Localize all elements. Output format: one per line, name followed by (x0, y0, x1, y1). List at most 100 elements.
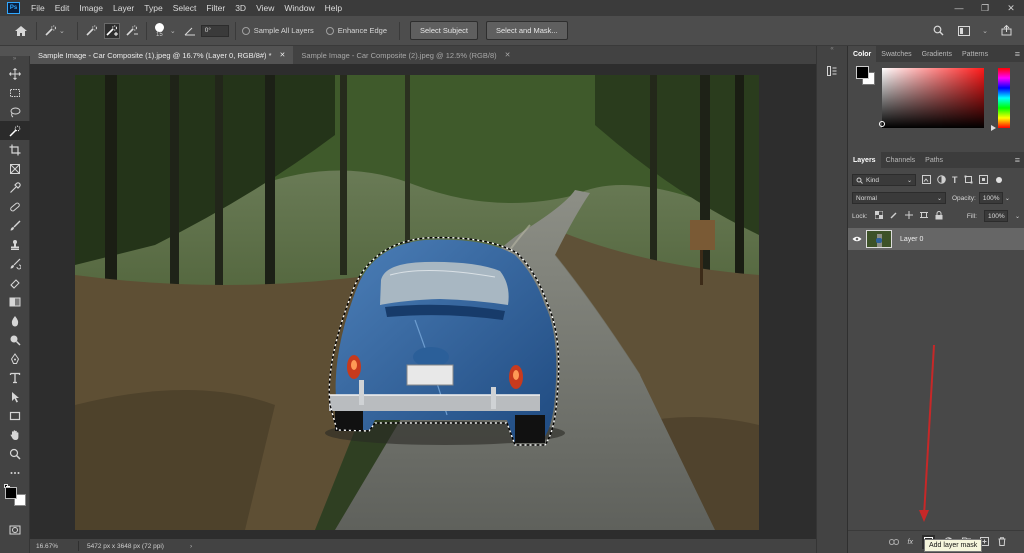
brush-size-picker[interactable]: 15 (154, 23, 164, 38)
marquee-tool-icon[interactable] (0, 83, 30, 102)
gradient-tool-icon[interactable] (0, 292, 30, 311)
lasso-tool-icon[interactable] (0, 102, 30, 121)
opacity-input[interactable]: 100% (978, 192, 1003, 204)
tab-gradients[interactable]: Gradients (917, 46, 957, 62)
layer-style-fx-button[interactable]: fx (908, 539, 913, 546)
menu-help[interactable]: Help (320, 3, 347, 13)
panel-foreground-swatch[interactable] (856, 66, 869, 79)
tab-patterns[interactable]: Patterns (957, 46, 993, 62)
add-to-selection-mode-icon[interactable] (103, 22, 120, 39)
more-tools-icon[interactable] (0, 463, 30, 482)
tab-color[interactable]: Color (848, 46, 877, 62)
color-picker-marker[interactable] (879, 121, 885, 127)
restore-button[interactable]: ❐ (972, 3, 998, 14)
enhance-edge-checkbox[interactable] (325, 26, 334, 35)
properties-panel-icon[interactable] (823, 62, 841, 80)
minimize-button[interactable]: — (946, 3, 972, 14)
healing-brush-tool-icon[interactable] (0, 197, 30, 216)
lock-transparent-icon[interactable] (874, 210, 884, 221)
menu-edit[interactable]: Edit (50, 3, 75, 13)
type-tool-icon[interactable] (0, 368, 30, 387)
quick-mask-icon[interactable] (0, 520, 30, 539)
tab-layers[interactable]: Layers (848, 152, 881, 168)
eyedropper-tool-icon[interactable] (0, 178, 30, 197)
tab-car-composite-1[interactable]: Sample Image - Car Composite (1).jpeg @ … (30, 46, 294, 64)
menu-view[interactable]: View (251, 3, 279, 13)
close-window-button[interactable]: ✕ (998, 3, 1024, 14)
rectangle-tool-icon[interactable] (0, 406, 30, 425)
layer-name[interactable]: Layer 0 (900, 236, 923, 243)
layer-row[interactable]: Layer 0 (848, 228, 1024, 250)
delete-layer-icon[interactable] (998, 536, 1006, 548)
brush-chevron-down-icon[interactable]: ⌄ (170, 27, 176, 35)
menu-3d[interactable]: 3D (230, 3, 251, 13)
subtract-from-selection-mode-icon[interactable] (124, 23, 140, 39)
dodge-tool-icon[interactable] (0, 330, 30, 349)
menu-type[interactable]: Type (139, 3, 167, 13)
preset-chevron-down-icon[interactable]: ⌄ (59, 27, 65, 35)
share-icon[interactable] (998, 23, 1014, 39)
panel-menu-icon[interactable]: ≡ (1015, 49, 1020, 59)
blur-tool-icon[interactable] (0, 311, 30, 330)
link-layers-icon[interactable] (888, 538, 899, 547)
hand-tool-icon[interactable] (0, 425, 30, 444)
frame-tool-icon[interactable] (0, 159, 30, 178)
color-field[interactable] (879, 68, 984, 128)
layers-panel-menu-icon[interactable]: ≡ (1015, 155, 1020, 165)
angle-input[interactable]: 0° (200, 24, 229, 37)
quick-selection-tool-icon[interactable] (0, 121, 30, 140)
tab-channels[interactable]: Channels (881, 152, 921, 168)
tab-swatches[interactable]: Swatches (876, 46, 916, 62)
fill-chevron-icon[interactable]: ⌄ (1015, 213, 1020, 220)
pen-tool-icon[interactable] (0, 349, 30, 368)
move-tool-icon[interactable] (0, 64, 30, 83)
collapse-dock-icon[interactable]: « (817, 46, 847, 56)
lock-all-icon[interactable] (935, 210, 943, 222)
fill-input[interactable]: 100% (983, 210, 1008, 222)
quick-selection-tool-preset-icon[interactable] (43, 23, 59, 39)
select-and-mask-button[interactable]: Select and Mask... (485, 21, 568, 40)
lock-position-icon[interactable] (904, 211, 913, 221)
menu-image[interactable]: Image (74, 3, 108, 13)
close-icon[interactable]: ✕ (280, 51, 286, 59)
foreground-color-swatch[interactable] (5, 487, 17, 499)
status-menu-arrow[interactable]: › (190, 543, 192, 550)
workspace-chevron-down-icon[interactable]: ⌄ (982, 27, 988, 35)
pixel-filter-icon[interactable] (922, 174, 931, 186)
lock-pixels-icon[interactable] (890, 211, 898, 221)
tab-paths[interactable]: Paths (920, 152, 948, 168)
history-brush-tool-icon[interactable] (0, 254, 30, 273)
tab-car-composite-2[interactable]: Sample Image - Car Composite (2).jpeg @ … (293, 46, 518, 64)
filter-toggle-icon[interactable] (995, 177, 1002, 183)
menu-select[interactable]: Select (168, 3, 202, 13)
crop-tool-icon[interactable] (0, 140, 30, 159)
document-canvas[interactable] (75, 75, 759, 530)
smart-object-filter-icon[interactable] (978, 174, 988, 186)
close-icon[interactable]: ✕ (505, 51, 511, 59)
new-selection-mode-icon[interactable] (84, 23, 100, 39)
path-selection-tool-icon[interactable] (0, 387, 30, 406)
lock-artboard-icon[interactable] (919, 211, 928, 221)
search-icon[interactable] (930, 23, 946, 39)
adjustment-filter-icon[interactable] (937, 174, 946, 186)
menu-window[interactable]: Window (279, 3, 319, 13)
shape-filter-icon[interactable] (964, 175, 973, 186)
zoom-tool-icon[interactable] (0, 444, 30, 463)
blend-mode-select[interactable]: Normal ⌄ (852, 192, 946, 204)
clone-stamp-tool-icon[interactable] (0, 235, 30, 254)
sample-all-layers-checkbox[interactable] (241, 26, 250, 35)
hue-slider[interactable] (998, 68, 1010, 128)
filter-kind-select[interactable]: Kind ⌄ (852, 174, 916, 186)
menu-filter[interactable]: Filter (201, 3, 230, 13)
opacity-chevron-icon[interactable]: ⌄ (1005, 195, 1010, 202)
menu-file[interactable]: File (26, 3, 50, 13)
type-filter-icon[interactable]: T (952, 175, 958, 185)
collapse-tools-icon[interactable]: » (0, 56, 29, 64)
workspace-icon[interactable] (956, 23, 972, 39)
select-subject-button[interactable]: Select Subject (410, 21, 478, 40)
brush-tool-icon[interactable] (0, 216, 30, 235)
home-icon[interactable] (12, 23, 30, 39)
eraser-tool-icon[interactable] (0, 273, 30, 292)
hue-slider-handle[interactable] (991, 125, 996, 131)
menu-layer[interactable]: Layer (108, 3, 139, 13)
